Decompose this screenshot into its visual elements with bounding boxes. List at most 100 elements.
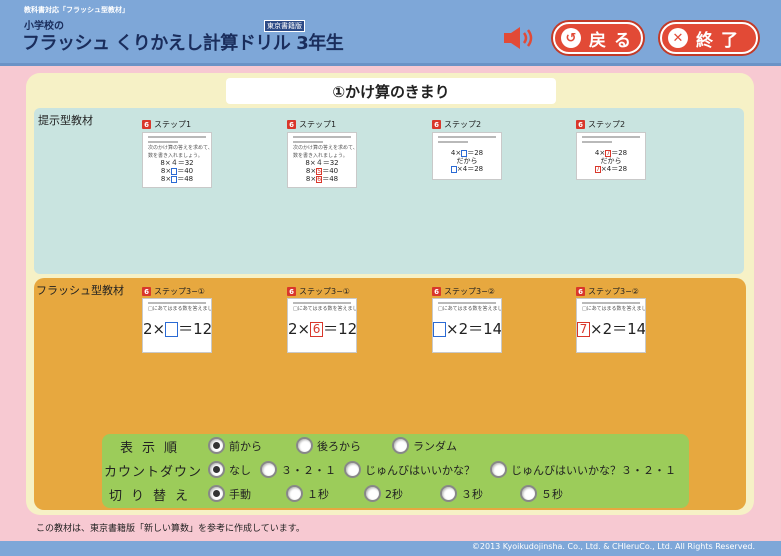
edition-badge: 東京書籍版 — [264, 20, 305, 32]
presentation-card-2-header: 6 ステップ1 — [287, 119, 336, 130]
radio-label: 前から — [229, 439, 262, 453]
app-title: フラッシュ くりかえし計算ドリル 3年生 — [22, 29, 344, 55]
card-number-badge: 6 — [576, 120, 585, 129]
card-step-label: ステップ3−② — [444, 287, 495, 296]
card-number-badge: 6 — [432, 287, 441, 296]
radio-switch-1[interactable]: １秒 — [286, 485, 329, 502]
radio-button[interactable] — [208, 485, 225, 502]
presentation-card-4-header: 6 ステップ2 — [576, 119, 625, 130]
card-equation: ×4＝28 — [433, 165, 501, 173]
radio-button[interactable] — [260, 461, 277, 478]
answer-box: 6 — [316, 175, 323, 183]
flash-card-4-header: 6 ステップ3−② — [576, 286, 639, 297]
card-rule — [582, 302, 640, 304]
radio-button[interactable] — [296, 437, 313, 454]
card-instruction: 次のかけ算の答えを求めて、じゅんに — [148, 145, 211, 151]
flash-card-3[interactable]: □にあてはまる数を答えましょう。 ×2＝14 — [432, 298, 502, 353]
radio-switch-3[interactable]: ３秒 — [440, 485, 483, 502]
card-number-badge: 6 — [287, 287, 296, 296]
end-button[interactable]: ✕ 終了 — [660, 22, 758, 54]
card-equation: 7×4＝28 — [594, 165, 628, 173]
back-button[interactable]: ↺ 戻る — [553, 22, 643, 54]
card-step-label: ステップ3−① — [299, 287, 350, 296]
flash-card-2-header: 6 ステップ3−① — [287, 286, 350, 297]
footer-note: この教材は、東京書籍版「新しい算数」を参考に作成しています。 — [36, 524, 305, 534]
flash-card-2[interactable]: □にあてはまる数を答えましょう。 2×6＝12 — [287, 298, 357, 353]
card-instruction: □にあてはまる数を答えましょう。 — [148, 306, 211, 312]
presentation-label: 提示型教材 — [38, 114, 93, 127]
radio-countdown-2[interactable]: じゅんびはいいかな？ — [344, 461, 475, 478]
answer-box: 7 — [577, 322, 590, 337]
card-rule — [293, 136, 351, 138]
card-equation: 7 ×2＝14 — [577, 318, 645, 339]
radio-order-0[interactable]: 前から — [208, 437, 262, 454]
radio-button[interactable] — [286, 485, 303, 502]
radio-switch-0[interactable]: 手動 — [208, 485, 251, 502]
option-label-order: 表示順 — [119, 440, 186, 456]
radio-button[interactable] — [344, 461, 361, 478]
close-icon: ✕ — [668, 28, 688, 48]
flash-card-3-header: 6 ステップ3−② — [432, 286, 495, 297]
card-equation: 8× ＝48 — [160, 175, 194, 183]
card-rule — [148, 141, 178, 143]
card-rule — [293, 141, 323, 143]
flash-card-4[interactable]: □にあてはまる数を答えましょう。 7×2＝14 — [576, 298, 646, 353]
radio-countdown-1[interactable]: ３・２・１ — [260, 461, 336, 478]
radio-button[interactable] — [392, 437, 409, 454]
card-equation: 4×7＝28 — [594, 149, 628, 157]
radio-countdown-3[interactable]: じゅんびはいいかな？３・２・１ — [490, 461, 676, 478]
radio-button[interactable] — [208, 437, 225, 454]
radio-label: 手動 — [229, 487, 251, 501]
answer-box — [165, 322, 179, 337]
radio-button[interactable] — [490, 461, 507, 478]
end-button-label: 終了 — [696, 30, 746, 51]
option-label-countdown: カウントダウン — [103, 464, 202, 480]
radio-countdown-0[interactable]: なし — [208, 461, 251, 478]
header-tag: 教科書対応「フラッシュ型教材」 — [24, 6, 129, 14]
radio-button[interactable] — [364, 485, 381, 502]
card-instruction: □にあてはまる数を答えましょう。 — [438, 306, 501, 312]
presentation-card-3[interactable]: 4× ＝28 だから ×4＝28 — [432, 132, 502, 180]
section-title: ①かけ算のきまり — [226, 78, 556, 104]
equation-left: 2× — [288, 320, 311, 338]
answer-box: 7 — [594, 165, 601, 173]
options-panel: 表示順 前から 後ろから ランダム カウントダウン なし ３・２・１ じゅんびは… — [102, 434, 689, 508]
card-step-label: ステップ2 — [444, 120, 482, 129]
radio-label: ５秒 — [541, 487, 563, 501]
card-equation: 2× 6 ＝12 — [288, 318, 356, 339]
radio-button[interactable] — [440, 485, 457, 502]
speaker-icon[interactable] — [502, 25, 538, 51]
card-step-label: ステップ1 — [299, 120, 337, 129]
answer-box — [461, 149, 468, 157]
card-instruction: □にあてはまる数を答えましょう。 — [293, 306, 356, 312]
presentation-card-2[interactable]: 次のかけ算の答えを求めて、じゅんに 数を書き入れましょう。 8×４＝32 8×5… — [287, 132, 357, 188]
radio-order-1[interactable]: 後ろから — [296, 437, 361, 454]
equation-right: ×2＝14 — [446, 320, 502, 338]
card-rule — [438, 141, 468, 143]
card-equation: 2× ＝12 — [143, 318, 211, 339]
card-rule — [293, 302, 351, 304]
equation-right: ＝12 — [323, 320, 357, 338]
app-title-grade: 3年生 — [296, 33, 344, 54]
radio-label: 2秒 — [385, 487, 403, 501]
card-equation: 8×5＝40 — [305, 167, 339, 175]
presentation-card-4[interactable]: 4×7＝28 だから 7×4＝28 — [576, 132, 646, 180]
card-step-label: ステップ3−① — [154, 287, 205, 296]
radio-switch-2[interactable]: 2秒 — [364, 485, 403, 502]
flash-card-1[interactable]: □にあてはまる数を答えましょう。 2× ＝12 — [142, 298, 212, 353]
equation-left: 2× — [143, 320, 166, 338]
radio-label: なし — [229, 463, 251, 477]
card-rule — [582, 141, 612, 143]
radio-button[interactable] — [520, 485, 537, 502]
radio-switch-4[interactable]: ５秒 — [520, 485, 563, 502]
radio-order-2[interactable]: ランダム — [392, 437, 457, 454]
card-equation: だから — [600, 157, 622, 165]
equation-right: ×2＝14 — [590, 320, 646, 338]
radio-button[interactable] — [208, 461, 225, 478]
answer-box: 7 — [605, 149, 612, 157]
answer-box — [171, 167, 178, 175]
presentation-card-3-header: 6 ステップ2 — [432, 119, 481, 130]
card-rule — [148, 302, 206, 304]
back-button-label: 戻る — [589, 30, 639, 51]
presentation-card-1[interactable]: 次のかけ算の答えを求めて、じゅんに 数を書き入れましょう。 8×４＝32 8×＝… — [142, 132, 212, 188]
